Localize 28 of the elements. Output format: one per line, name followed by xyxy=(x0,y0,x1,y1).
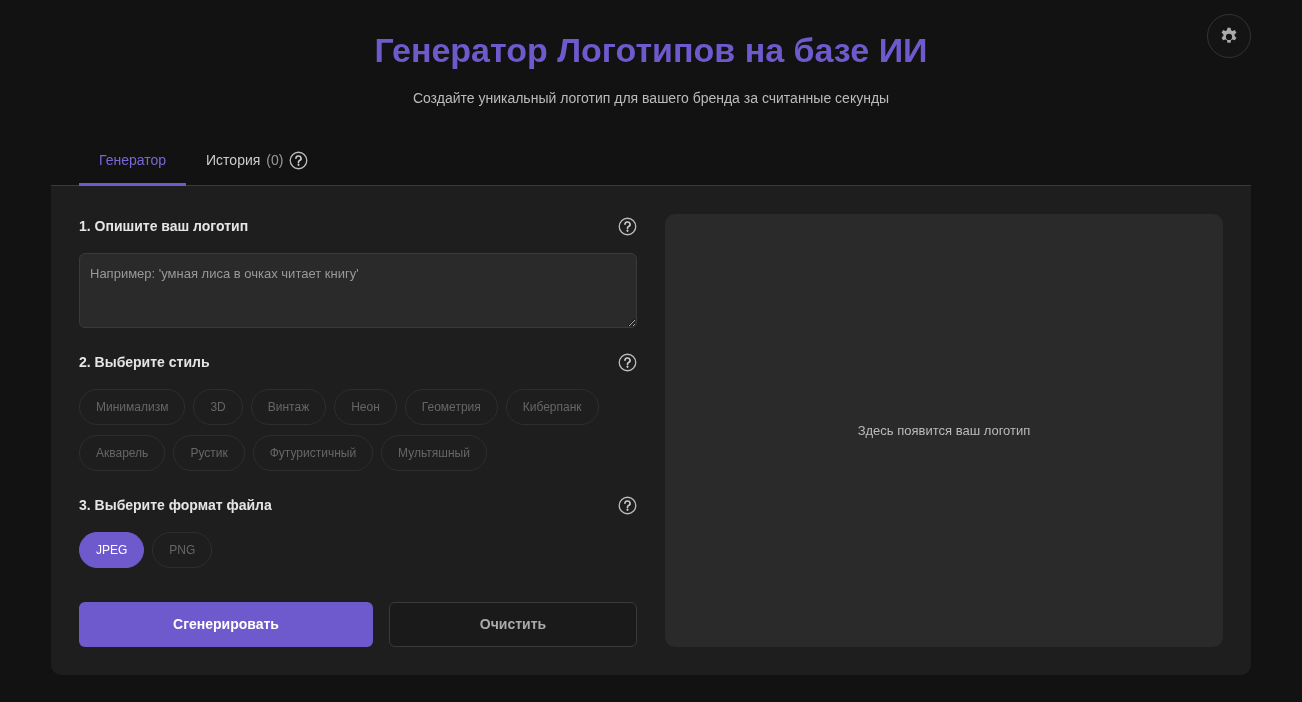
logo-preview-area: Здесь появится ваш логотип xyxy=(665,214,1223,647)
section-title: 2. Выберите стиль xyxy=(79,353,210,372)
style-option[interactable]: Геометрия xyxy=(404,389,498,425)
style-option[interactable]: Минимализм xyxy=(79,389,186,425)
tab-count: (0) xyxy=(266,151,284,170)
help-icon[interactable] xyxy=(618,217,637,236)
help-icon[interactable] xyxy=(618,496,637,515)
style-option[interactable]: Рустик xyxy=(173,435,245,471)
style-option[interactable]: Акварель xyxy=(79,435,166,471)
style-option[interactable]: Киберпанк xyxy=(505,389,599,425)
style-option[interactable]: Винтаж xyxy=(250,389,327,425)
page-title: Генератор Логотипов на базе ИИ xyxy=(374,30,928,70)
generate-button[interactable]: Сгенерировать xyxy=(79,602,373,647)
settings-button[interactable] xyxy=(1207,14,1251,58)
style-option[interactable]: Неон xyxy=(334,389,397,425)
format-option[interactable]: JPEG xyxy=(79,532,145,568)
format-option[interactable]: PNG xyxy=(152,532,213,568)
section-title: 3. Выберите формат файла xyxy=(79,496,272,515)
style-option[interactable]: 3D xyxy=(193,389,243,425)
style-option[interactable]: Футуристичный xyxy=(252,435,374,471)
help-icon[interactable] xyxy=(289,151,309,170)
style-option[interactable]: Мультяшный xyxy=(381,435,487,471)
description-field[interactable]: Например: 'умная лиса в очках читает книгу' xyxy=(79,253,637,328)
section-title: 1. Опишите ваш логотип xyxy=(79,217,249,236)
clear-button[interactable]: Очистить xyxy=(389,602,637,647)
help-icon[interactable] xyxy=(618,353,637,372)
tab[interactable]: История (0) xyxy=(186,139,329,186)
page-subtitle: Создайте уникальный логотип для вашего бренда за считанные секунды xyxy=(412,89,890,108)
